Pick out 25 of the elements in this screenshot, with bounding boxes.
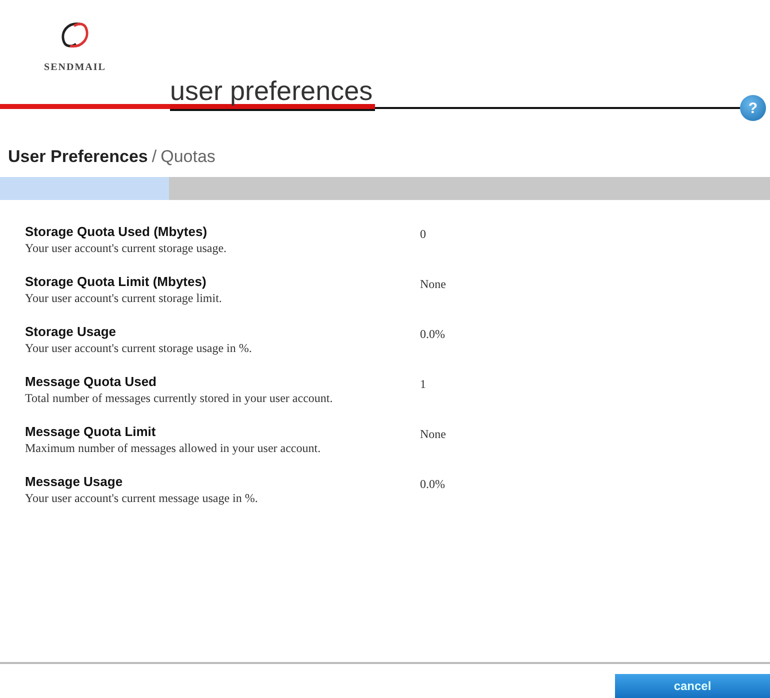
- field-label: Storage Usage: [25, 324, 118, 339]
- cancel-button[interactable]: cancel: [615, 674, 770, 698]
- page-title: user preferences: [170, 78, 374, 104]
- field-description: Your user account's current storage usage in %.: [25, 341, 253, 356]
- field-description: Your user account's current storage usage.: [25, 241, 228, 256]
- field-description: Your user account's current storage limit.: [25, 291, 223, 306]
- breadcrumb-parent: User Preferences: [8, 147, 148, 167]
- breadcrumb-current: Quotas: [160, 147, 216, 167]
- field-label: Message Quota Limit: [25, 424, 157, 439]
- field-label: Message Usage: [25, 474, 124, 489]
- field-description: Your user account's current message usage in %.: [25, 491, 259, 506]
- field-description: Total number of messages currently stored in your user account.: [25, 391, 334, 406]
- field-value: None: [420, 276, 446, 293]
- field-label: Storage Quota Used (Mbytes): [25, 224, 208, 239]
- help-button[interactable]: ?: [740, 95, 766, 121]
- field-value: 0: [420, 226, 426, 243]
- logo-text: SENDMAIL: [44, 62, 106, 73]
- field-description: Maximum number of messages allowed in your user account.: [25, 441, 322, 456]
- field-label: Message Quota Used: [25, 374, 158, 389]
- field-value: 0.0%: [420, 476, 445, 493]
- breadcrumb-separator: /: [152, 147, 157, 167]
- field-value: None: [420, 426, 446, 443]
- field-value: 0.0%: [420, 326, 445, 343]
- field-value: 1: [420, 376, 426, 393]
- field-label: Storage Quota Limit (Mbytes): [25, 274, 208, 289]
